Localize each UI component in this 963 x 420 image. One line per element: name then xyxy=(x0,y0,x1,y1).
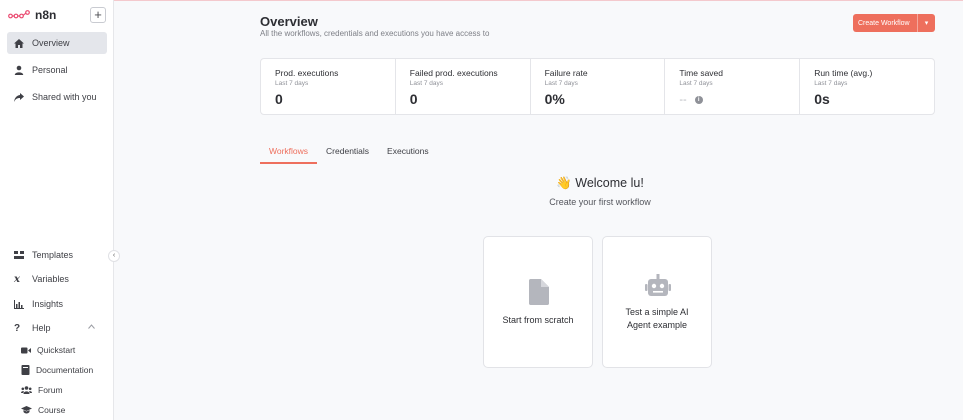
help-item-label: Quickstart xyxy=(37,345,76,355)
page-subtitle: All the workflows, credentials and execu… xyxy=(260,29,490,38)
stats-panel: Prod. executions Last 7 days 0 Failed pr… xyxy=(260,58,935,115)
stat-period: Last 7 days xyxy=(409,80,444,87)
help-icon: ? xyxy=(14,322,21,334)
stat-failure-rate[interactable]: Failure rate Last 7 days 0% xyxy=(531,59,666,114)
video-icon xyxy=(21,347,31,353)
stat-value-row: -- i xyxy=(679,94,799,106)
wave-emoji: 👋 xyxy=(556,176,572,190)
ai-agent-example-card[interactable]: Test a simple AI Agent example xyxy=(602,236,712,368)
help-item-label: Documentation xyxy=(36,365,94,375)
sidebar-item-templates[interactable]: Templates xyxy=(7,244,107,266)
sidebar-item-personal[interactable]: Personal xyxy=(7,59,107,81)
stat-value: 0 xyxy=(409,91,418,107)
stat-period: Last 7 days xyxy=(275,80,309,87)
stat-period: Last 7 days xyxy=(679,80,713,87)
card-title: Start from scratch xyxy=(502,315,574,325)
robot-icon xyxy=(645,274,671,296)
page-title: Overview xyxy=(260,14,318,29)
chevron-down-icon[interactable]: ▾ xyxy=(918,19,935,27)
start-from-scratch-card[interactable]: Start from scratch xyxy=(483,236,593,368)
sidebar-item-shared[interactable]: Shared with you xyxy=(7,86,107,108)
sidebar-item-label: Shared with you xyxy=(32,92,97,102)
sidebar-item-insights[interactable]: Insights xyxy=(7,293,107,315)
welcome-heading: 👋 Welcome lu! xyxy=(520,176,680,191)
welcome-title: Welcome lu! xyxy=(575,176,644,190)
sidebar-item-variables[interactable]: x Variables xyxy=(7,268,107,290)
file-icon xyxy=(529,279,549,305)
sidebar-item-label: Personal xyxy=(32,65,68,75)
add-button[interactable]: + xyxy=(90,7,106,23)
stat-label: Prod. executions xyxy=(275,68,339,78)
sidebar-item-label: Overview xyxy=(32,38,70,48)
app-logo[interactable]: n8n xyxy=(8,8,56,22)
users-icon xyxy=(21,386,32,394)
sidebar-item-label: Insights xyxy=(32,299,64,309)
insights-icon xyxy=(14,299,24,309)
sidebar-item-overview[interactable]: Overview xyxy=(7,32,107,54)
tab-bar: Workflows Credentials Executions xyxy=(260,146,438,164)
stat-value: 0 xyxy=(275,91,283,107)
sidebar-item-label: Help xyxy=(32,323,51,333)
templates-icon xyxy=(14,251,24,259)
stat-label: Failure rate xyxy=(544,68,588,78)
welcome-subtitle: Create your first workflow xyxy=(549,197,651,207)
stat-value: -- xyxy=(679,94,687,106)
top-accent-line xyxy=(0,0,963,1)
sidebar: n8n + Overview Personal Shared with you … xyxy=(0,0,114,420)
stat-label: Time saved xyxy=(679,68,724,78)
create-workflow-button[interactable]: Create Workflow ▾ xyxy=(853,14,935,32)
tab-credentials[interactable]: Credentials xyxy=(317,146,378,164)
stat-value: 0s xyxy=(814,91,830,107)
tab-workflows[interactable]: Workflows xyxy=(260,146,318,164)
n8n-logo-icon xyxy=(8,10,30,19)
card-title: Test a simple AI Agent example xyxy=(625,307,689,330)
help-item-quickstart[interactable]: Quickstart xyxy=(21,343,75,357)
info-icon[interactable]: i xyxy=(694,96,703,104)
help-item-documentation[interactable]: Documentation xyxy=(21,363,93,377)
help-item-forum[interactable]: Forum xyxy=(21,383,63,397)
graduation-cap-icon xyxy=(21,406,32,414)
stat-failed-executions[interactable]: Failed prod. executions Last 7 days 0 xyxy=(396,59,531,114)
help-item-course[interactable]: Course xyxy=(21,403,65,417)
stat-value: 0% xyxy=(544,91,565,107)
book-icon xyxy=(21,365,30,375)
help-item-label: Course xyxy=(38,405,66,415)
share-icon xyxy=(14,92,24,102)
create-workflow-label: Create Workflow xyxy=(858,19,910,27)
tab-executions[interactable]: Executions xyxy=(378,146,438,164)
stat-prod-executions[interactable]: Prod. executions Last 7 days 0 xyxy=(261,59,396,114)
stat-label: Failed prod. executions xyxy=(409,68,498,78)
variables-icon: x xyxy=(14,273,20,285)
chevron-up-icon[interactable] xyxy=(88,324,95,329)
user-icon xyxy=(14,65,24,75)
stat-label: Run time (avg.) xyxy=(814,68,873,78)
collapse-sidebar-button[interactable]: ‹ xyxy=(108,250,120,262)
logo-text: n8n xyxy=(35,8,57,22)
stat-period: Last 7 days xyxy=(544,80,578,87)
stat-time-saved[interactable]: Time saved Last 7 days -- i xyxy=(665,59,801,114)
help-item-label: Forum xyxy=(38,385,63,395)
sidebar-item-label: Variables xyxy=(32,274,69,284)
sidebar-item-label: Templates xyxy=(32,250,74,260)
home-icon xyxy=(14,38,24,48)
stat-period: Last 7 days xyxy=(814,80,848,87)
stat-run-time[interactable]: Run time (avg.) Last 7 days 0s xyxy=(800,59,934,114)
